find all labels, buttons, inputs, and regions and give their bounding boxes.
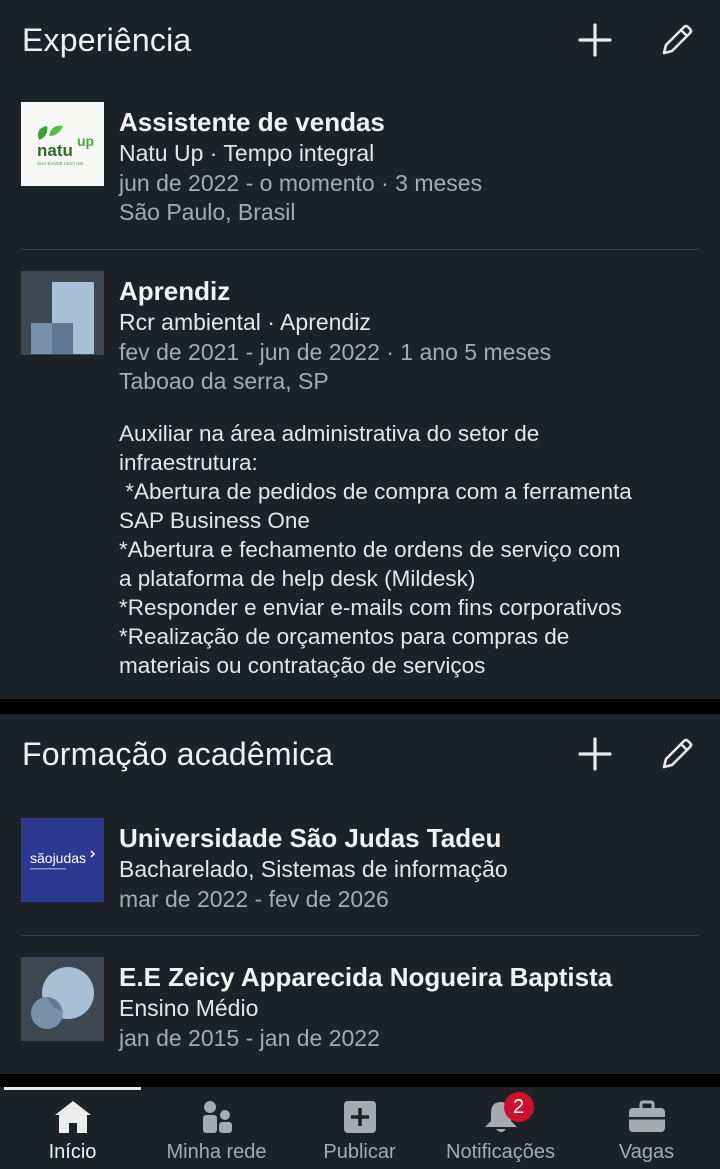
description-line: SAP Business One <box>119 508 310 533</box>
pencil-icon <box>662 24 693 55</box>
network-icon <box>199 1099 235 1135</box>
description-line: *Abertura de pedidos de compra com a fer… <box>119 479 632 504</box>
nav-notifications[interactable]: 2 Notificações <box>432 1087 569 1169</box>
experience-company: Natu Up · Tempo integral <box>119 140 375 166</box>
experience-dates: fev de 2021 - jun de 2022 · 1 ano 5 mese… <box>119 339 552 365</box>
education-school: Universidade São Judas Tadeu <box>119 823 502 853</box>
description-line: infraestrutura: <box>119 450 258 475</box>
briefcase-icon <box>628 1099 666 1135</box>
description-line: materiais ou contratação de serviços <box>119 653 486 678</box>
divider <box>21 935 699 936</box>
sao-judas-logo-text: sãojudas <box>30 850 86 866</box>
divider <box>21 249 699 250</box>
company-placeholder-logo <box>21 271 104 355</box>
nav-label: Publicar <box>323 1141 396 1163</box>
description-line: *Realização de orçamentos para compras d… <box>119 624 570 649</box>
notification-badge: 2 <box>503 1092 534 1122</box>
school-placeholder-logo <box>21 957 104 1041</box>
experience-header: Experiência <box>22 14 720 74</box>
bell-icon: 2 <box>482 1092 534 1135</box>
nav-home[interactable]: Início <box>4 1087 141 1169</box>
experience-dates: jun de 2022 - o momento · 3 meses <box>119 170 483 196</box>
description-line: a plataforma de help desk (Mildesk) <box>119 566 476 591</box>
edit-experience-button[interactable] <box>657 20 697 60</box>
education-degree: Ensino Médio <box>119 995 259 1021</box>
nav-label: Início <box>48 1141 97 1163</box>
nav-label: Minha rede <box>166 1141 267 1163</box>
education-section: Formação acadêmica sãojudas Universidade… <box>0 714 720 1074</box>
experience-title: Experiência <box>22 22 192 58</box>
education-degree: Bacharelado, Sistemas de informação <box>119 856 508 882</box>
description-line: *Abertura e fechamento de ordens de serv… <box>119 537 621 562</box>
nav-jobs[interactable]: Vagas <box>578 1087 715 1169</box>
experience-location: Taboao da serra, SP <box>119 368 329 394</box>
experience-role: Aprendiz <box>119 276 231 306</box>
add-experience-button[interactable] <box>575 20 615 60</box>
plus-icon <box>578 737 612 771</box>
natu-up-logo: natu up SUA SAÚDE LEVA UM <box>21 102 104 186</box>
description-line: Auxiliar na área administrativa do setor… <box>119 421 540 446</box>
experience-role: Assistente de vendas <box>119 107 385 137</box>
pencil-icon <box>662 738 693 769</box>
education-title: Formação acadêmica <box>22 736 334 772</box>
natu-tagline: SUA SAÚDE LEVA UM <box>37 160 83 166</box>
up-logo-text: up <box>77 133 94 149</box>
nav-network[interactable]: Minha rede <box>148 1087 285 1169</box>
bottom-navigation: Início Minha rede Publicar 2 Notificaçõe… <box>0 1087 720 1169</box>
experience-section: Experiência natu up SUA SAÚDE LEVA UM As… <box>0 0 720 699</box>
natu-logo-text: natu <box>37 141 73 160</box>
experience-company: Rcr ambiental · Aprendiz <box>119 309 371 335</box>
sao-judas-logo: sãojudas <box>21 818 104 902</box>
post-icon <box>343 1099 377 1135</box>
description-line: *Responder e enviar e-mails com fins cor… <box>119 595 622 620</box>
nav-label: Notificações <box>446 1141 555 1163</box>
add-education-button[interactable] <box>575 734 615 774</box>
nav-post[interactable]: Publicar <box>291 1087 428 1169</box>
plus-icon <box>578 23 612 57</box>
edit-education-button[interactable] <box>657 734 697 774</box>
experience-location: São Paulo, Brasil <box>119 199 296 225</box>
experience-description: Auxiliar na área administrativa do setor… <box>119 419 709 680</box>
nav-label: Vagas <box>618 1141 675 1163</box>
education-dates: jan de 2015 - jan de 2022 <box>119 1025 380 1051</box>
education-dates: mar de 2022 - fev de 2026 <box>119 886 389 912</box>
education-school: E.E Zeicy Apparecida Nogueira Baptista <box>119 962 613 992</box>
home-icon <box>53 1099 93 1135</box>
education-header: Formação acadêmica <box>22 728 720 788</box>
